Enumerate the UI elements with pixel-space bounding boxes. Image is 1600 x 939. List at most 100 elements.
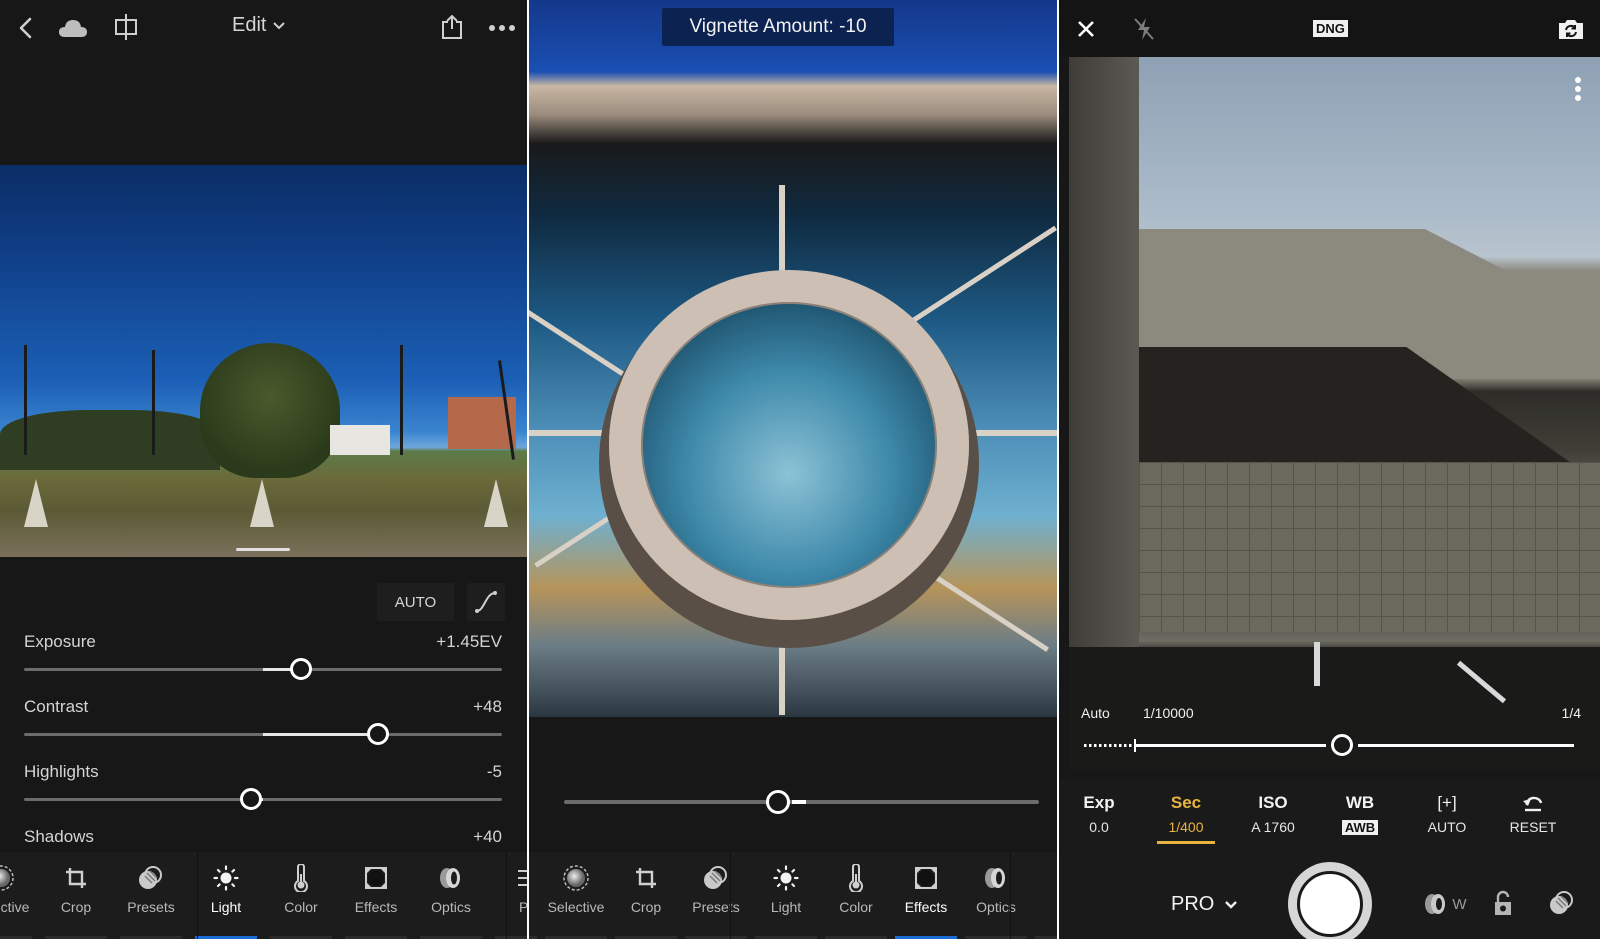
toolbar-divider [730, 852, 731, 939]
camera-presets-button[interactable] [1547, 888, 1577, 918]
cloud-sync-button[interactable] [58, 14, 88, 42]
filmstrip-handle[interactable] [236, 548, 290, 551]
pro-control-exp[interactable]: Exp 0.0 [1059, 793, 1139, 835]
camera-viewfinder[interactable] [1069, 57, 1600, 769]
slider-track-right [1357, 744, 1574, 747]
before-after-icon [115, 14, 137, 40]
shutter-button[interactable] [1288, 862, 1372, 939]
pro-control-focus[interactable]: [+] AUTO [1407, 793, 1487, 835]
exposure-lock-button[interactable] [1489, 888, 1517, 918]
capture-mode-dropdown[interactable]: PRO [1171, 893, 1238, 916]
highlights-slider-row: Highlights -5 [24, 762, 502, 822]
switch-camera-icon [1559, 20, 1583, 39]
tool-pr[interactable]: Pr [489, 852, 527, 939]
slider-auto-zone [1084, 744, 1134, 747]
tool-presets[interactable]: Presets [679, 852, 753, 939]
crop-icon [62, 864, 90, 892]
switch-camera-button[interactable] [1555, 14, 1587, 44]
edit-toolbar: Selective Crop Presets Light Color Effects Opt… [0, 851, 527, 939]
shutter-auto-label[interactable]: Auto [1081, 705, 1110, 721]
exposure-slider[interactable] [24, 658, 502, 680]
highlights-slider[interactable] [24, 788, 502, 810]
pro-control-wb[interactable]: WB AWB [1320, 793, 1400, 835]
tool-color[interactable]: Color [819, 852, 893, 939]
back-button[interactable] [12, 14, 40, 42]
tool-optics[interactable]: Optics [959, 852, 1033, 939]
chevron-down-icon [1225, 900, 1238, 909]
pro-control-reset[interactable]: RESET [1493, 793, 1573, 835]
photo-trees [0, 410, 220, 470]
lens-icon [437, 864, 465, 892]
photo-bollard [24, 479, 48, 527]
capture-mode-label: PRO [1171, 893, 1215, 915]
photo-preview-skylight[interactable] [529, 0, 1057, 717]
more-options-button[interactable] [486, 14, 518, 42]
photo-tree [200, 343, 340, 478]
slider-thumb[interactable] [765, 790, 790, 814]
presets-icon [1550, 891, 1573, 914]
tool-color[interactable]: Color [264, 852, 338, 939]
slider-thumb[interactable] [366, 723, 389, 745]
flash-off-icon [1134, 18, 1154, 40]
tool-light[interactable]: Light [749, 852, 823, 939]
edit-effects-screen: Vignette Amount: -10 Pr Selective Crop Pres… [529, 0, 1057, 939]
exposure-slider-row: Exposure +1.45EV [24, 632, 502, 692]
shutter-speed-slider[interactable] [1084, 734, 1574, 756]
tool-effects[interactable]: Effects [889, 852, 963, 939]
camera-more-button[interactable] [1574, 77, 1582, 107]
slider-thumb[interactable] [1330, 734, 1353, 756]
slider-value: +1.45EV [436, 632, 502, 651]
vignette-amount-slider[interactable] [564, 790, 1039, 814]
slider-value: +40 [473, 827, 502, 846]
tool-selective[interactable]: Selective [539, 852, 613, 939]
slider-label: Exposure [24, 632, 96, 651]
focus-mode-icon: [+] [1437, 793, 1457, 812]
toolbar-divider [197, 852, 198, 939]
lens-icon [982, 864, 1010, 892]
camera-top-bar: DNG [1059, 0, 1600, 57]
tool-label: Selective [0, 899, 30, 915]
tool-label: Optics [431, 899, 471, 915]
pro-control-value: RESET [1509, 819, 1557, 835]
edit-menu-dropdown[interactable]: Edit [232, 14, 286, 37]
photo-preview-park[interactable] [0, 165, 527, 557]
share-button[interactable] [438, 12, 466, 42]
lens-label: W [1452, 895, 1467, 913]
tone-curve-button[interactable] [467, 583, 505, 621]
tool-selective[interactable]: Selective [0, 852, 38, 939]
lens-select-button[interactable]: W [1419, 890, 1471, 918]
vignette-icon [912, 864, 940, 892]
tool-label: Light [770, 899, 802, 915]
pro-control-title: WB [1345, 793, 1375, 812]
close-button[interactable] [1071, 14, 1101, 44]
auto-button[interactable]: AUTO [377, 583, 454, 621]
tool-optics[interactable]: Optics [414, 852, 488, 939]
slider-thumb[interactable] [240, 788, 263, 810]
contrast-slider-row: Contrast +48 [24, 697, 502, 757]
pro-control-title: Exp [1083, 793, 1115, 812]
slider-thumb[interactable] [290, 658, 313, 680]
tool-presets[interactable]: Presets [114, 852, 188, 939]
tool-effects[interactable]: Effects [339, 852, 413, 939]
tool-crop[interactable]: Crop [39, 852, 113, 939]
tool-crop[interactable]: Crop [609, 852, 683, 939]
photo-house [330, 425, 390, 455]
tool-pr[interactable]: Pr [1029, 852, 1057, 939]
contrast-slider[interactable] [24, 723, 502, 745]
tool-label: Selective [547, 899, 605, 915]
flash-toggle-button[interactable] [1129, 14, 1159, 44]
pro-control-title: Sec [1170, 793, 1202, 812]
pro-control-value: 0.0 [1089, 819, 1109, 835]
raw-format-badge[interactable]: DNG [1313, 20, 1348, 37]
chevron-down-icon [273, 21, 286, 29]
slider-track-left [1136, 744, 1326, 747]
slider-value: -5 [486, 762, 502, 781]
tone-curve-icon [475, 591, 497, 613]
pro-control-sec[interactable]: Sec 1/400 [1146, 793, 1226, 844]
sun-icon [212, 864, 240, 892]
tool-light[interactable]: Light [189, 852, 263, 939]
before-after-button[interactable] [112, 12, 140, 42]
edit-menu-label: Edit [232, 14, 267, 36]
pro-control-iso[interactable]: ISO A 1760 [1233, 793, 1313, 835]
reset-icon [1493, 793, 1573, 815]
